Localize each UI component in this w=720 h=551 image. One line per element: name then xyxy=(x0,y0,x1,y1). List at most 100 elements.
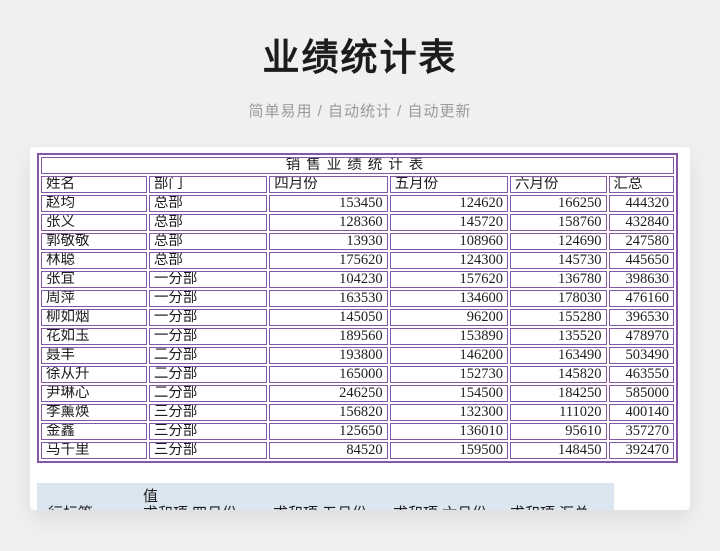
value-cell: 135520 xyxy=(510,328,607,345)
sheet-title: 销售业绩统计表 xyxy=(41,157,674,174)
name-cell: 郭敬敬 xyxy=(41,233,147,250)
value-cell: 175620 xyxy=(269,252,387,269)
value-cell: 445650 xyxy=(609,252,674,269)
name-cell: 张义 xyxy=(41,214,147,231)
table-row: 金鑫三分部12565013601095610357270 xyxy=(41,423,674,440)
value-cell: 111020 xyxy=(510,404,607,421)
name-cell: 林聪 xyxy=(41,252,147,269)
value-cell: 108960 xyxy=(390,233,508,250)
sales-table-frame: 销售业绩统计表 姓名部门四月份五月份六月份汇总 赵均总部153450124620… xyxy=(37,153,678,463)
value-cell: 154500 xyxy=(390,385,508,402)
pivot-sum-june: 求和项:六月份 xyxy=(393,502,487,510)
department-cell: 总部 xyxy=(149,252,267,269)
name-cell: 花如玉 xyxy=(41,328,147,345)
table-body: 赵均总部153450124620166250444320张义总部12836014… xyxy=(41,195,674,459)
department-cell: 一分部 xyxy=(149,309,267,326)
column-header-1: 部门 xyxy=(149,176,267,193)
sheet-title-row: 销售业绩统计表 xyxy=(41,157,674,174)
pivot-table-fragment: 值 行标签 求和项:四月份 求和项:五月份 求和项:六月份 求和项:汇总 xyxy=(37,483,614,510)
value-cell: 246250 xyxy=(269,385,387,402)
value-cell: 134600 xyxy=(390,290,508,307)
department-cell: 总部 xyxy=(149,233,267,250)
table-row: 李薰焕三分部156820132300111020400140 xyxy=(41,404,674,421)
value-cell: 463550 xyxy=(609,366,674,383)
value-cell: 193800 xyxy=(269,347,387,364)
value-cell: 145730 xyxy=(510,252,607,269)
value-cell: 398630 xyxy=(609,271,674,288)
department-cell: 总部 xyxy=(149,214,267,231)
value-cell: 13930 xyxy=(269,233,387,250)
department-cell: 二分部 xyxy=(149,385,267,402)
name-cell: 李薰焕 xyxy=(41,404,147,421)
value-cell: 247580 xyxy=(609,233,674,250)
table-row: 尹琳心二分部246250154500184250585000 xyxy=(41,385,674,402)
value-cell: 157620 xyxy=(390,271,508,288)
name-cell: 张宜 xyxy=(41,271,147,288)
spreadsheet-preview-card: 销售业绩统计表 姓名部门四月份五月份六月份汇总 赵均总部153450124620… xyxy=(30,147,690,510)
value-cell: 124620 xyxy=(390,195,508,212)
table-row: 赵均总部153450124620166250444320 xyxy=(41,195,674,212)
value-cell: 432840 xyxy=(609,214,674,231)
value-cell: 148450 xyxy=(510,442,607,459)
name-cell: 柳如烟 xyxy=(41,309,147,326)
table-row: 张义总部128360145720158760432840 xyxy=(41,214,674,231)
value-cell: 153890 xyxy=(390,328,508,345)
value-cell: 159500 xyxy=(390,442,508,459)
value-cell: 104230 xyxy=(269,271,387,288)
value-cell: 145720 xyxy=(390,214,508,231)
value-cell: 357270 xyxy=(609,423,674,440)
column-header-0: 姓名 xyxy=(41,176,147,193)
table-row: 柳如烟一分部14505096200155280396530 xyxy=(41,309,674,326)
column-header-5: 汇总 xyxy=(609,176,674,193)
value-cell: 145050 xyxy=(269,309,387,326)
value-cell: 163490 xyxy=(510,347,607,364)
value-cell: 189560 xyxy=(269,328,387,345)
value-cell: 136780 xyxy=(510,271,607,288)
table-row: 郭敬敬总部13930108960124690247580 xyxy=(41,233,674,250)
value-cell: 84520 xyxy=(269,442,387,459)
department-cell: 二分部 xyxy=(149,347,267,364)
value-cell: 146200 xyxy=(390,347,508,364)
department-cell: 一分部 xyxy=(149,328,267,345)
column-header-row: 姓名部门四月份五月份六月份汇总 xyxy=(41,176,674,193)
name-cell: 赵均 xyxy=(41,195,147,212)
value-cell: 132300 xyxy=(390,404,508,421)
value-cell: 585000 xyxy=(609,385,674,402)
pivot-sum-april: 求和项:四月份 xyxy=(143,502,237,510)
department-cell: 二分部 xyxy=(149,366,267,383)
value-cell: 178030 xyxy=(510,290,607,307)
name-cell: 尹琳心 xyxy=(41,385,147,402)
value-cell: 503490 xyxy=(609,347,674,364)
table-row: 聂丰二分部193800146200163490503490 xyxy=(41,347,674,364)
value-cell: 155280 xyxy=(510,309,607,326)
table-row: 张宜一分部104230157620136780398630 xyxy=(41,271,674,288)
page-header: 业绩统计表 简单易用 / 自动统计 / 自动更新 xyxy=(0,0,720,121)
value-cell: 478970 xyxy=(609,328,674,345)
value-cell: 124690 xyxy=(510,233,607,250)
value-cell: 165000 xyxy=(269,366,387,383)
value-cell: 124300 xyxy=(390,252,508,269)
department-cell: 三分部 xyxy=(149,423,267,440)
value-cell: 152730 xyxy=(390,366,508,383)
name-cell: 周萍 xyxy=(41,290,147,307)
value-cell: 156820 xyxy=(269,404,387,421)
value-cell: 184250 xyxy=(510,385,607,402)
page-subtitle: 简单易用 / 自动统计 / 自动更新 xyxy=(0,100,720,121)
value-cell: 444320 xyxy=(609,195,674,212)
value-cell: 166250 xyxy=(510,195,607,212)
page-title: 业绩统计表 xyxy=(0,0,720,81)
value-cell: 392470 xyxy=(609,442,674,459)
value-cell: 128360 xyxy=(269,214,387,231)
department-cell: 三分部 xyxy=(149,404,267,421)
name-cell: 马千里 xyxy=(41,442,147,459)
sales-table: 销售业绩统计表 姓名部门四月份五月份六月份汇总 赵均总部153450124620… xyxy=(39,155,676,461)
value-cell: 400140 xyxy=(609,404,674,421)
column-header-2: 四月份 xyxy=(269,176,387,193)
pivot-row-label: 行标签 xyxy=(48,502,93,510)
table-row: 林聪总部175620124300145730445650 xyxy=(41,252,674,269)
column-header-4: 六月份 xyxy=(510,176,607,193)
table-row: 周萍一分部163530134600178030476160 xyxy=(41,290,674,307)
department-cell: 总部 xyxy=(149,195,267,212)
value-cell: 95610 xyxy=(510,423,607,440)
name-cell: 徐从升 xyxy=(41,366,147,383)
